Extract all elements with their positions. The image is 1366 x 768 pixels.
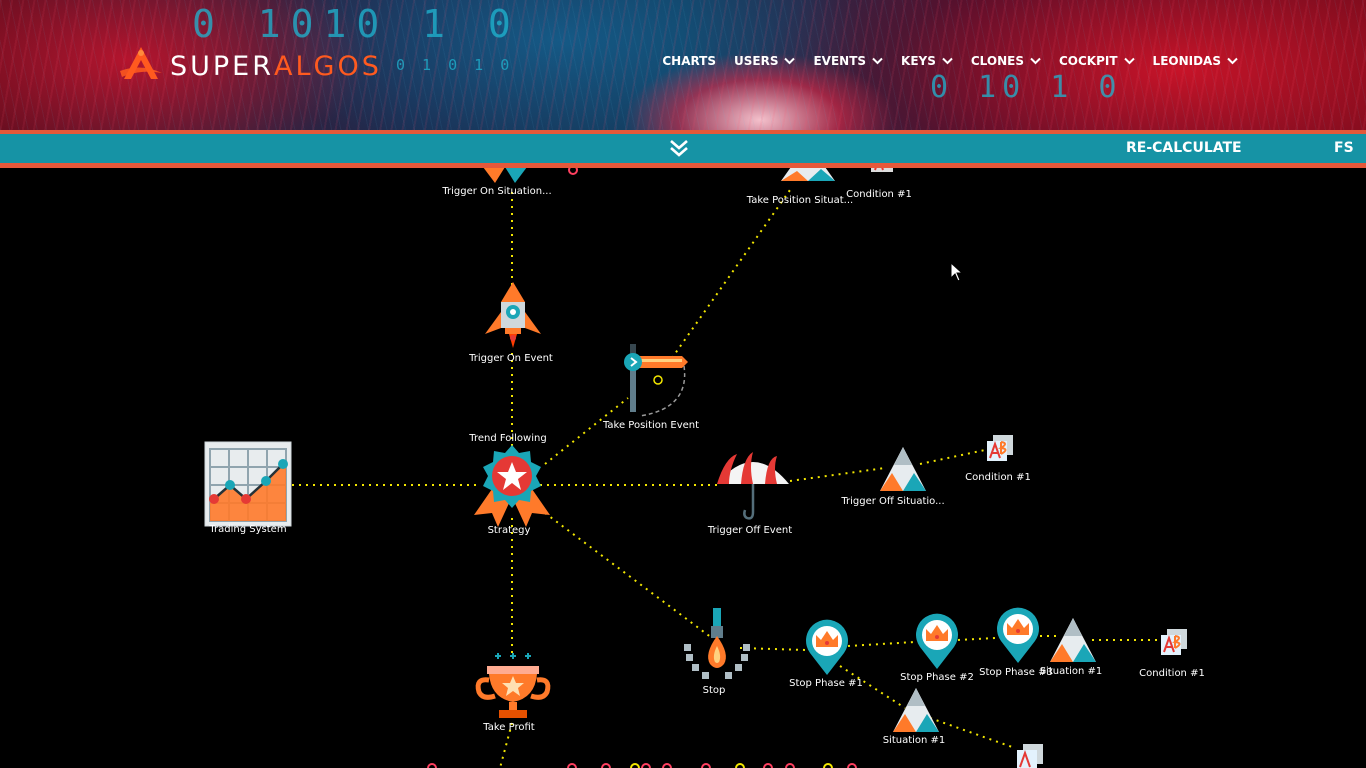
superalgos-logo[interactable]: SUPER ALGOS [118, 42, 382, 90]
trigger-on-situation-label: Trigger On Situation... [442, 186, 552, 197]
stop-phase-1-label: Stop Phase #1 [789, 678, 863, 689]
chevron-down-icon [784, 57, 796, 65]
chevron-down-icon [872, 57, 883, 65]
nav-users[interactable]: USERS [734, 54, 796, 68]
ab-condition-icon [1161, 629, 1187, 655]
pyramid-icon [483, 168, 527, 183]
collapse-button[interactable] [667, 137, 691, 159]
flag-icon [624, 344, 688, 412]
pyramid-icon [1050, 618, 1096, 662]
trophy-icon [475, 653, 551, 718]
situation-right-label: Situation #1 [1039, 666, 1103, 677]
nav-users-label: USERS [734, 54, 779, 68]
site-header: 0 1010 1 0 0 1 0 1 0 0 10 1 0 SUPER ALGOS… [0, 0, 1366, 130]
ab-condition-icon [987, 435, 1013, 461]
trigger-on-event-node[interactable] [483, 278, 543, 350]
stop-phase-2-node[interactable] [914, 613, 960, 671]
nav-charts[interactable]: CHARTS [662, 54, 716, 68]
pyramid-icon [893, 688, 939, 732]
mouse-cursor-icon [950, 262, 964, 282]
condition-node-right[interactable] [985, 433, 1015, 463]
header-binary-decoration-top: 0 1010 1 0 [192, 2, 521, 46]
canvas-toolbar: RE-CALCULATE FS [0, 134, 1366, 163]
take-position-situation-label: Take Position Situat... [746, 195, 854, 206]
take-profit-label: Take Profit [483, 722, 535, 733]
take-position-event-node[interactable] [618, 342, 690, 418]
ab-condition-icon [871, 168, 893, 172]
map-pin-crown-icon [806, 619, 848, 675]
umbrella-icon [717, 452, 789, 520]
trigger-off-event-label: Trigger Off Event [707, 525, 793, 536]
stop-phase-3-node[interactable] [995, 607, 1041, 665]
nav-leonidas-label: LEONIDAS [1152, 54, 1221, 68]
chevron-down-icon [1227, 57, 1238, 65]
condition-bottom-right-label: Condition #1 [1139, 668, 1205, 679]
nav-charts-label: CHARTS [662, 54, 717, 68]
nav-clones[interactable]: CLONES [971, 54, 1041, 68]
take-profit-node[interactable] [473, 650, 553, 722]
logo-wordmark-super: SUPER [170, 50, 275, 82]
pyramid-icon [781, 168, 835, 181]
trigger-off-situation-label: Trigger Off Situatio... [841, 496, 945, 507]
trading-system-label: Trading System [209, 524, 287, 535]
nav-leonidas[interactable]: LEONIDAS [1153, 54, 1238, 68]
condition-node-bottom-right[interactable] [1159, 627, 1189, 657]
stop-node[interactable] [682, 606, 752, 686]
main-nav: CHARTS USERS EVENTS KEYS CLONES COCKPIT … [662, 54, 1238, 68]
trigger-on-event-label: Trigger On Event [469, 353, 553, 364]
stop-phase-2-label: Stop Phase #2 [900, 672, 974, 683]
nav-keys[interactable]: KEYS [901, 54, 953, 68]
header-binary-decoration-mid: 0 1 0 1 0 [396, 56, 514, 74]
ab-condition-icon [1017, 744, 1043, 768]
condition-node-top[interactable] [869, 168, 895, 174]
logo-icon [120, 47, 162, 79]
stop-icon [684, 608, 750, 679]
pyramid-icon [880, 447, 926, 491]
nav-events-label: EVENTS [813, 54, 867, 68]
trading-system-chart-icon [204, 441, 292, 527]
map-pin-crown-icon [916, 613, 958, 669]
situation-bottom-label: Situation #1 [882, 735, 946, 746]
take-position-situation-node[interactable] [779, 168, 837, 187]
trigger-off-event-node[interactable] [715, 450, 791, 522]
trigger-off-situation-node[interactable] [878, 445, 928, 495]
chevron-down-icon [942, 57, 953, 65]
condition-top-label: Condition #1 [846, 189, 912, 200]
medal-badge-icon [474, 445, 550, 527]
nav-events[interactable]: EVENTS [813, 54, 883, 68]
chevron-down-icon [1030, 57, 1041, 65]
take-position-event-label: Take Position Event [602, 420, 700, 431]
situation-node-right[interactable] [1048, 616, 1098, 664]
situation-node-bottom[interactable] [891, 686, 941, 734]
trigger-on-situation-node[interactable] [481, 168, 529, 183]
strategy-designer-canvas[interactable]: Trigger On Situation... Take Position Si… [0, 168, 1366, 768]
nav-cockpit[interactable]: COCKPIT [1059, 54, 1135, 68]
chevron-down-icon [1123, 57, 1135, 65]
condition-right-label: Condition #1 [965, 472, 1031, 483]
trading-system-node[interactable] [204, 441, 292, 527]
nav-clones-label: CLONES [970, 54, 1024, 68]
recalculate-button[interactable]: RE-CALCULATE [1126, 140, 1242, 156]
rocket-icon [485, 282, 541, 348]
strategy-label: Strategy [487, 525, 531, 536]
nav-keys-label: KEYS [901, 54, 936, 68]
double-chevron-down-icon [670, 140, 688, 157]
condition-node-bottom[interactable] [1015, 742, 1045, 768]
logo-wordmark-algos: ALGOS [274, 50, 382, 82]
stop-label: Stop [702, 685, 726, 696]
nav-cockpit-label: COCKPIT [1058, 54, 1118, 68]
map-pin-crown-icon [997, 607, 1039, 663]
header-binary-decoration-right: 0 10 1 0 [930, 70, 1123, 105]
strategy-node[interactable] [470, 443, 554, 529]
fullscreen-button[interactable]: FS [1334, 140, 1354, 156]
stop-phase-1-node[interactable] [804, 619, 850, 677]
